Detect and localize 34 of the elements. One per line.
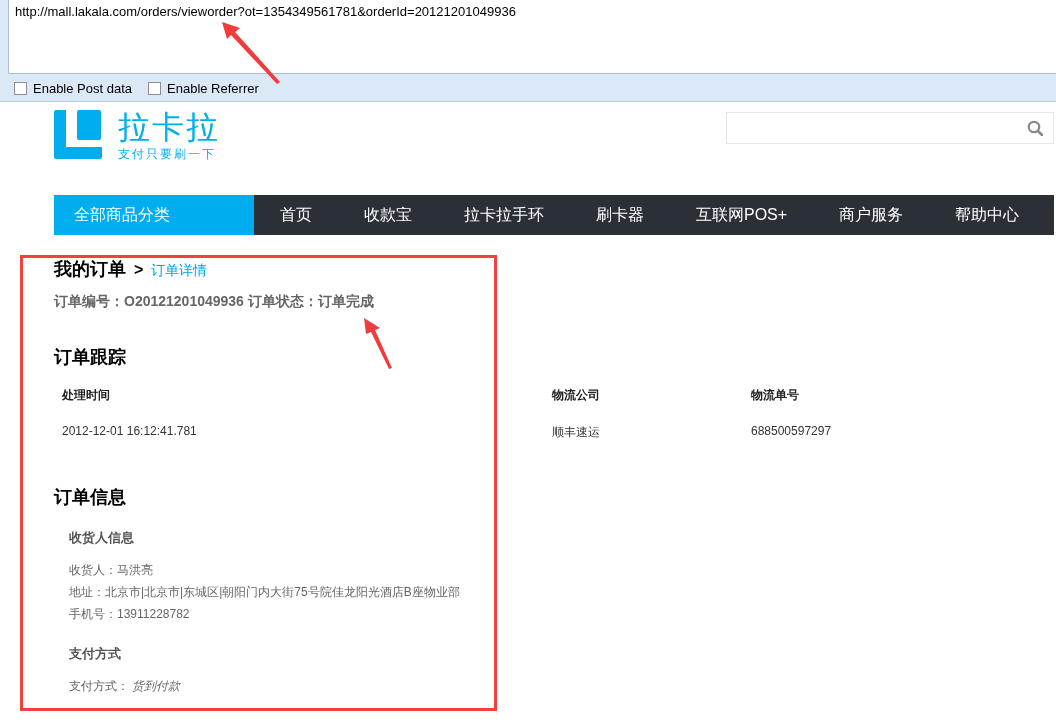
checkbox-label: Enable Post data <box>33 81 133 96</box>
subsection-heading: 支付方式 <box>69 645 122 663</box>
info-line: 收货人：马洪亮 <box>69 562 154 579</box>
logo-tagline: 支付只要刷一下 <box>118 146 217 163</box>
nav-link[interactable]: 刷卡器 <box>570 195 670 235</box>
checkbox-label: Enable Referrer <box>167 81 259 96</box>
nav-link[interactable]: 商户服务 <box>813 195 930 235</box>
section-heading: 订单信息 <box>54 486 127 509</box>
nav-link[interactable]: 首页 <box>254 195 338 235</box>
nav-link[interactable]: 拉卡拉手环 <box>438 195 570 235</box>
table-cell-text: 688500597297 <box>751 424 833 440</box>
column-header: 物流单号 <box>751 387 800 404</box>
section-heading: 订单跟踪 <box>54 346 127 369</box>
info-line: 支付方式： 货到付款 <box>69 678 182 695</box>
table-cell-text: 2012-12-01 16:12:41.781 <box>62 424 198 440</box>
nav-link[interactable]: 收款宝 <box>338 195 438 235</box>
logo-name: 拉卡拉 <box>118 110 220 144</box>
table-cell-text: 顺丰速运 <box>552 424 601 441</box>
breadcrumb-link[interactable]: 我的订单 <box>54 257 126 281</box>
nav-link[interactable]: 互联网POS+ <box>670 195 814 235</box>
column-header: 物流公司 <box>552 387 601 404</box>
url-field[interactable]: http://mall.lakala.com/orders/vieworder?ot=1354349561781&orderId=20121201049936 <box>8 0 1056 74</box>
search-icon[interactable] <box>1027 120 1043 136</box>
search-field[interactable] <box>726 112 1054 144</box>
order-summary: 订单编号：O20121201049936 订单状态：订单完成 <box>54 293 375 311</box>
subsection-heading: 收货人信息 <box>69 529 135 547</box>
column-header: 处理时间 <box>62 387 111 404</box>
checkbox[interactable] <box>148 82 162 95</box>
info-line: 地址：北京市|北京市|东城区|朝阳门内大街75号院佳龙阳光酒店B座物业部 <box>69 584 461 601</box>
logo-icon <box>54 110 102 159</box>
checkbox[interactable] <box>14 82 27 95</box>
info-line: 手机号：13911228782 <box>69 606 191 623</box>
nav-link[interactable]: 帮助中心 <box>929 195 1046 235</box>
breadcrumb-separator: > <box>134 261 144 279</box>
